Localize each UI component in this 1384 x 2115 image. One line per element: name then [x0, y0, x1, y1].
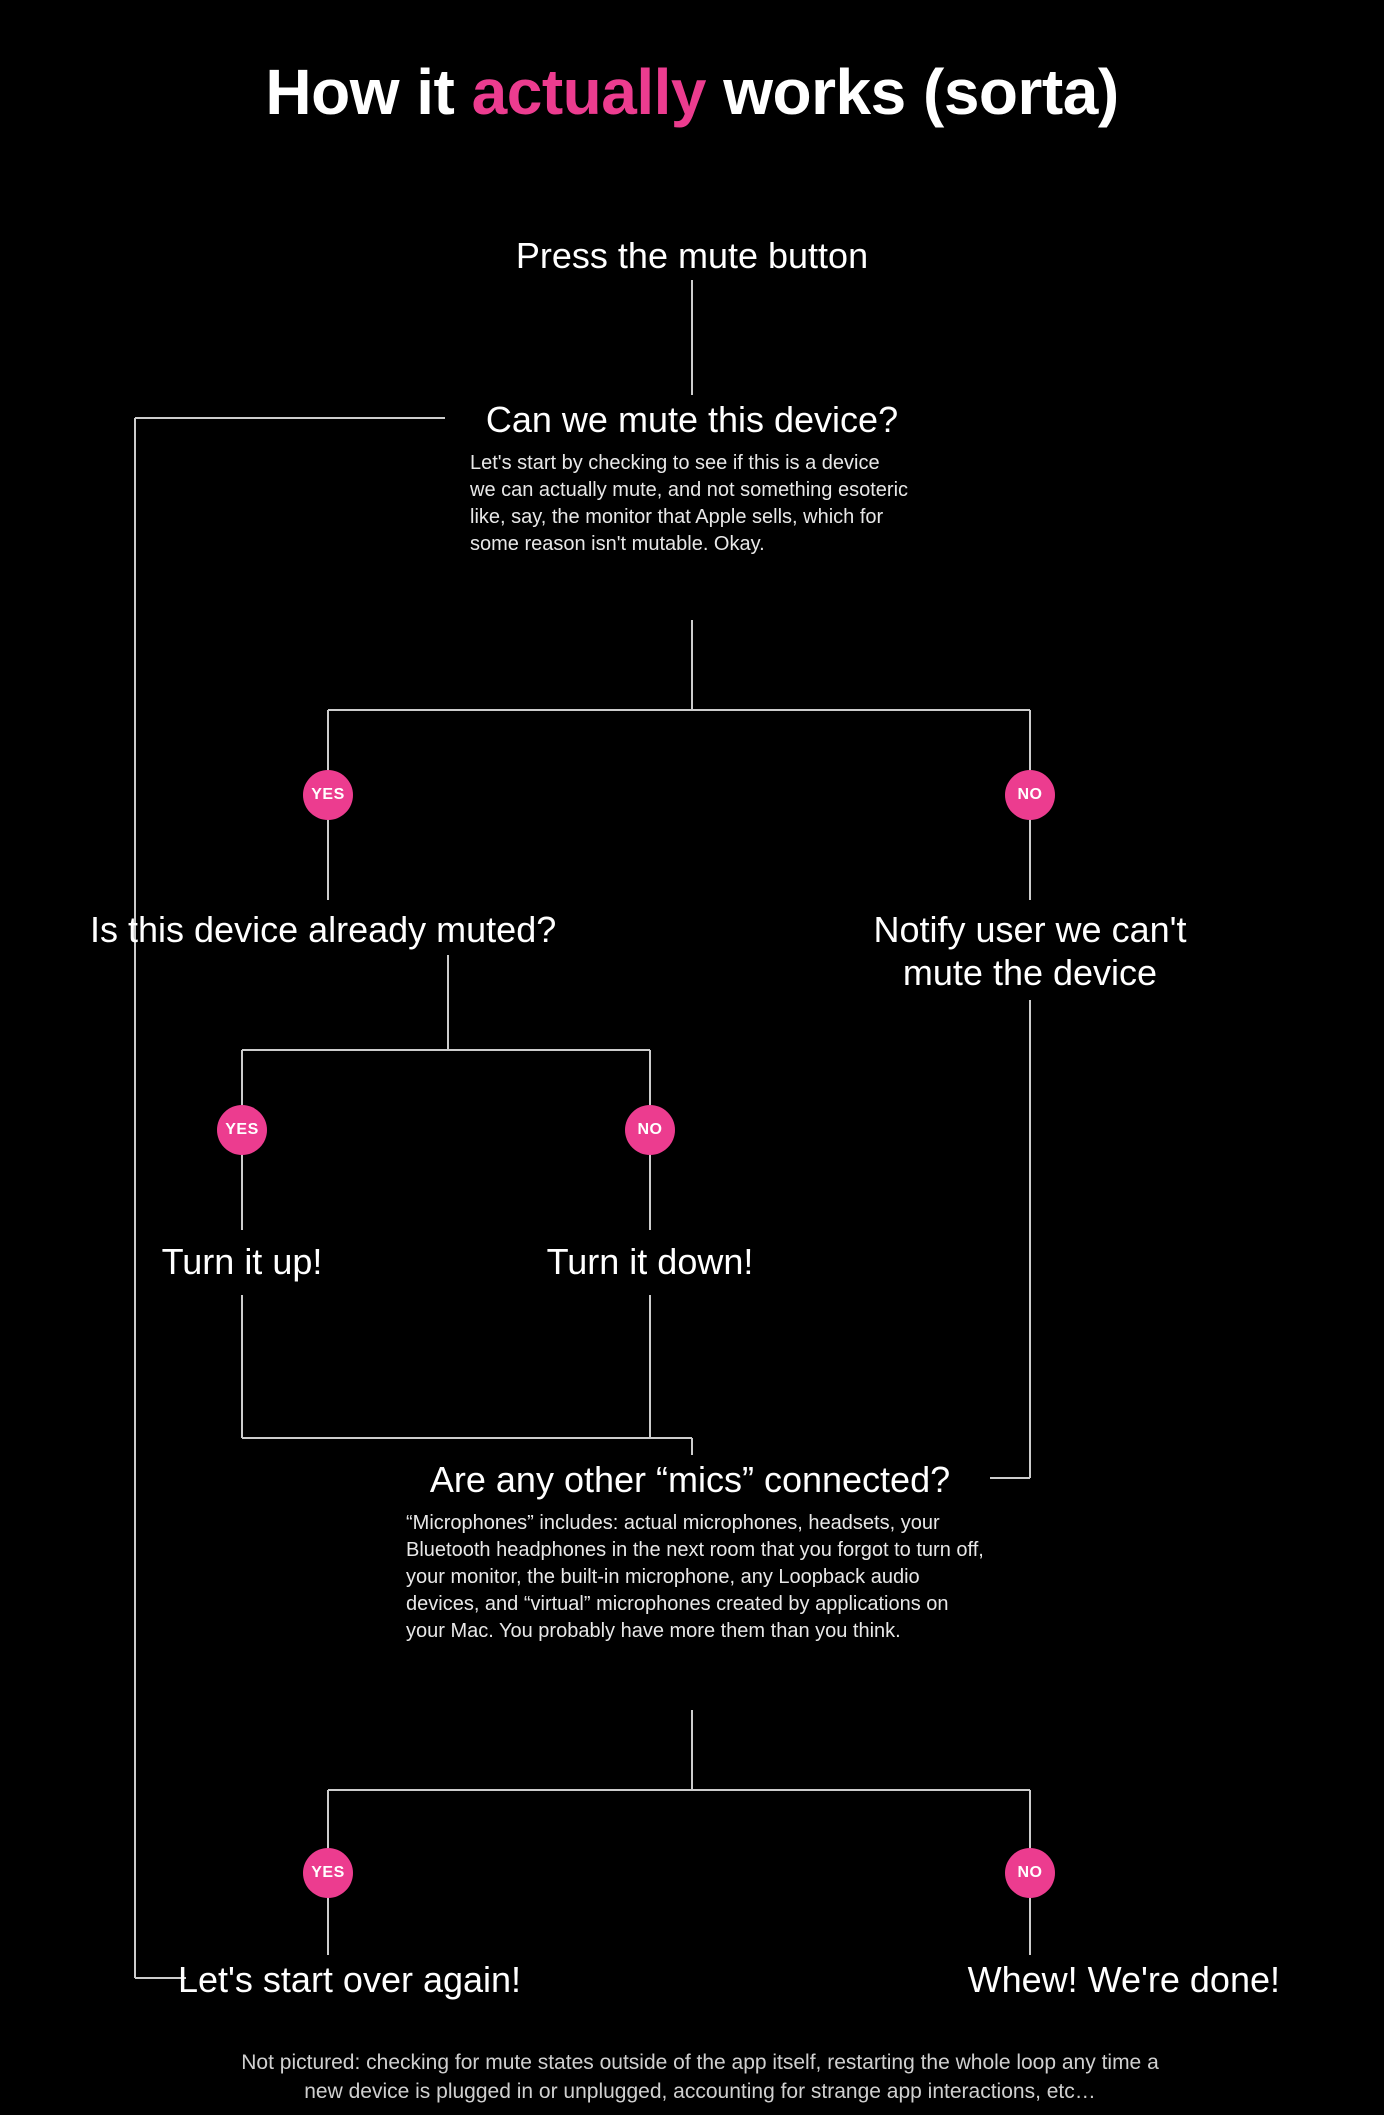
title-pre: How it [265, 56, 471, 128]
node-other-mics-sub: “Microphones” includes: actual microphon… [406, 1510, 986, 1645]
title-accent: actually [472, 56, 706, 128]
badge-no-3: NO [1005, 1848, 1055, 1898]
node-done: Whew! We're done! [780, 1958, 1280, 2001]
badge-no-1: NO [1005, 770, 1055, 820]
badge-yes-3: YES [303, 1848, 353, 1898]
node-can-mute-sub: Let's start by checking to see if this i… [470, 450, 910, 558]
badge-yes-2: YES [217, 1105, 267, 1155]
node-already-muted: Is this device already muted? [90, 908, 810, 951]
node-turn-up: Turn it up! [92, 1240, 392, 1283]
node-other-mics: Are any other “mics” connected? [390, 1458, 990, 1501]
node-can-mute: Can we mute this device? [0, 398, 1384, 441]
node-press-mute: Press the mute button [0, 234, 1384, 277]
diagram-title: How it actually works (sorta) [0, 55, 1384, 129]
flow-lines [0, 0, 1384, 2115]
node-start-over: Let's start over again! [178, 1958, 578, 2001]
badge-yes-1: YES [303, 770, 353, 820]
footnote: Not pictured: checking for mute states o… [240, 2048, 1160, 2107]
node-turn-down: Turn it down! [500, 1240, 800, 1283]
badge-no-2: NO [625, 1105, 675, 1155]
node-notify: Notify user we can't mute the device [830, 908, 1230, 994]
title-post: works (sorta) [706, 56, 1119, 128]
